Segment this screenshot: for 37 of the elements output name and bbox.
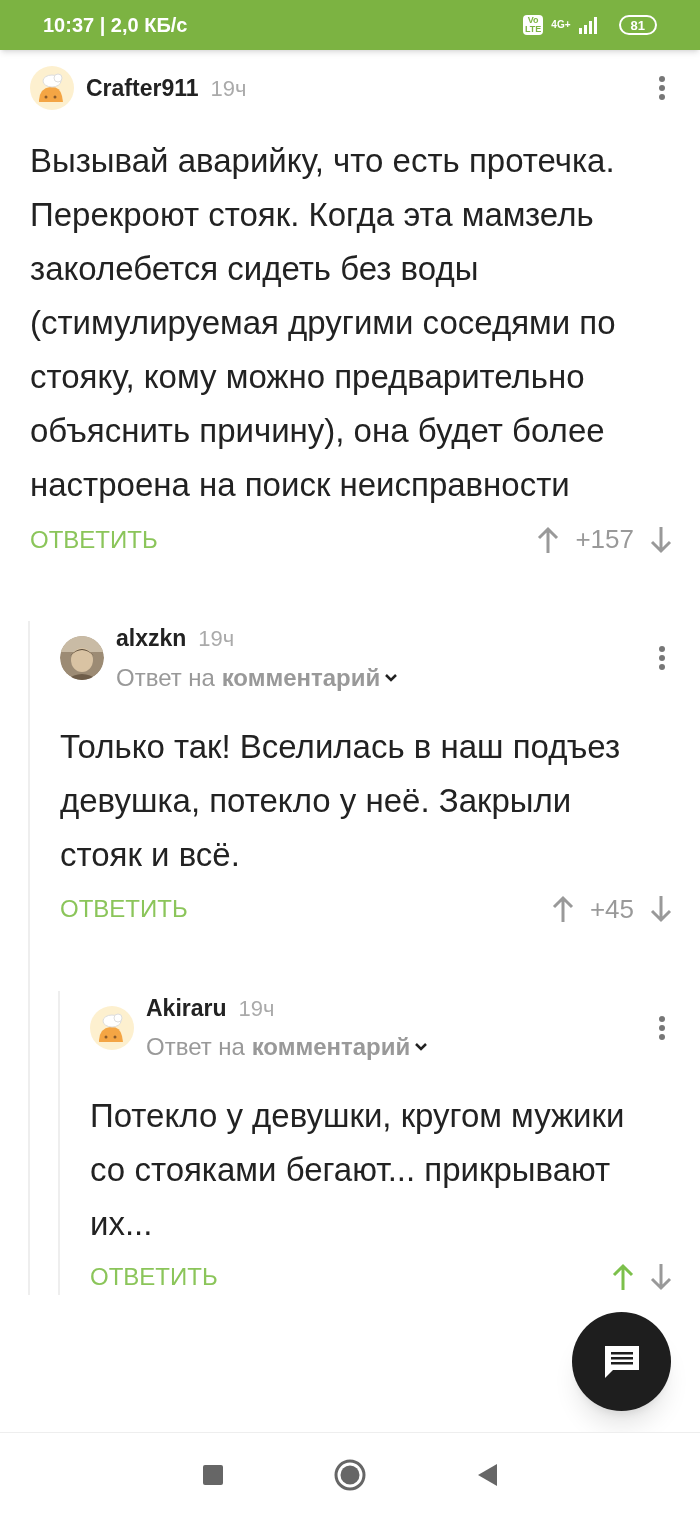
status-time: 10:37 | 2,0 КБ/с [43, 13, 189, 38]
reply-button[interactable]: ОТВЕТИТЬ [30, 521, 538, 558]
signal-icon [578, 16, 599, 34]
comment-time: 19ч [210, 74, 247, 103]
chevron-down-icon[interactable] [414, 1042, 429, 1052]
recents-icon[interactable] [202, 1464, 224, 1486]
upvote-icon[interactable] [551, 895, 574, 923]
reply-button[interactable]: ОТВЕТИТЬ [90, 1259, 612, 1295]
score: +45 [589, 892, 634, 926]
more-icon[interactable] [658, 75, 666, 101]
downvote-icon[interactable] [650, 1263, 672, 1291]
score: +157 [575, 523, 634, 556]
more-icon[interactable] [658, 1014, 666, 1041]
downvote-icon[interactable] [650, 895, 672, 923]
comment-time: 19ч [238, 994, 275, 1023]
avatar-icon [90, 1005, 134, 1050]
battery-icon: 81 [618, 15, 657, 35]
author-name[interactable]: alxzkn [116, 621, 187, 656]
volte-icon: Vo LTE [523, 15, 544, 35]
comment-text: Вызывай аварийку, что есть протечка. Перекроют стояк. Когда эта мамзель заколебется сидеть без воды (стимулируемая другими соседями по стояку, кому можно предварительно объяснить причину), она будет более настроена на поиск неисправности [30, 141, 617, 505]
network-type: 4G+ [551, 18, 571, 32]
avatar-icon [30, 66, 74, 110]
author-name[interactable]: Akiraru [146, 990, 227, 1025]
upvote-icon[interactable] [537, 525, 560, 554]
comment-text: Потекло у девушки, кругом мужики со стояками бегают... прикрывают их... [90, 1096, 626, 1244]
comment-text: Только так! Вселилась в наш подъез девушка, потекло у неё. Закрыли стояк и всё. [60, 726, 622, 875]
chevron-down-icon[interactable] [384, 672, 399, 683]
author-name[interactable]: Crafter911 [86, 70, 199, 106]
comment-time: 19ч [198, 625, 235, 653]
more-icon[interactable] [658, 645, 666, 672]
message-icon [602, 1343, 641, 1380]
reply-button[interactable]: ОТВЕТИТЬ [60, 891, 552, 927]
downvote-icon[interactable] [650, 525, 672, 554]
home-icon[interactable] [334, 1459, 366, 1491]
back-icon[interactable] [476, 1463, 498, 1487]
reply-to-link[interactable]: Ответ на комментарий [146, 1029, 411, 1065]
reply-to-link[interactable]: Ответ на комментарий [116, 659, 381, 696]
